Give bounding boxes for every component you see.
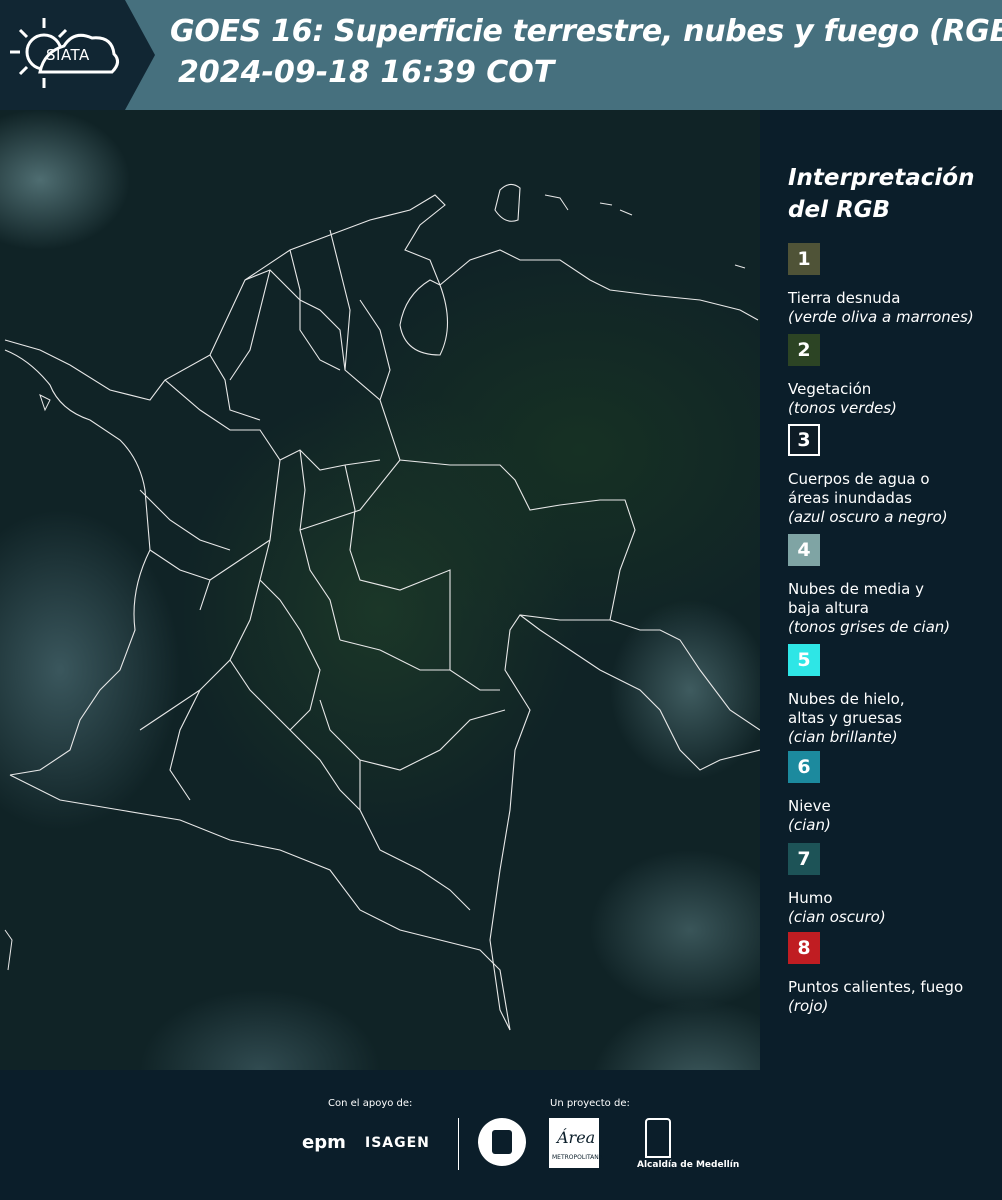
legend-swatch: 3 xyxy=(788,424,820,456)
legend-item-description: (cian brillante) xyxy=(788,728,898,746)
rgb-legend: Interpretación del RGB 1 Tierra desnuda … xyxy=(760,110,1002,1070)
legend-item-bare-soil: 1 Tierra desnuda (verde oliva a marrones… xyxy=(788,243,998,327)
legend-item-description: (cian oscuro) xyxy=(788,908,886,926)
satellite-map xyxy=(0,110,760,1070)
isagen-logo: ISAGEN xyxy=(365,1135,430,1151)
legend-item-description: (tonos grises de cian) xyxy=(788,618,951,636)
legend-item-label: Nieve xyxy=(788,797,831,815)
legend-item-label: Humo xyxy=(788,889,833,907)
legend-swatch: 1 xyxy=(788,243,820,275)
siata-logo: SIATA xyxy=(0,0,155,110)
legend-swatch: 4 xyxy=(788,534,820,566)
legend-item-snow: 6 Nieve (cian) xyxy=(788,751,998,835)
legend-item-ice-clouds: 5 Nubes de hielo, altas y gruesas (cian … xyxy=(788,644,998,747)
siata-logo-text: SIATA xyxy=(46,46,90,64)
legend-swatch: 8 xyxy=(788,932,820,964)
area-logo-text: Área xyxy=(557,1128,596,1147)
legend-item-fire: 8 Puntos calientes, fuego (rojo) xyxy=(788,932,998,1016)
alcaldia-logo-text: Alcaldía de Medellín xyxy=(637,1160,740,1170)
legend-swatch: 7 xyxy=(788,843,820,875)
legend-item-label: Nubes de hielo, altas y gruesas xyxy=(788,690,905,727)
footer-divider xyxy=(458,1118,459,1170)
legend-item-description: (azul oscuro a negro) xyxy=(788,508,948,526)
legend-swatch: 6 xyxy=(788,751,820,783)
map-boundaries xyxy=(4,183,760,1031)
legend-item-label: Tierra desnuda xyxy=(788,289,901,307)
footer: Con el apoyo de: Un proyecto de: epm ISA… xyxy=(0,1070,1002,1200)
area-metropolitana-logo: Área METROPOLITANA xyxy=(549,1118,603,1168)
support-label: Con el apoyo de: xyxy=(328,1098,413,1109)
legend-title-line2: del RGB xyxy=(788,197,891,223)
legend-item-smoke: 7 Humo (cian oscuro) xyxy=(788,843,998,927)
alcaldia-shield-icon xyxy=(645,1118,671,1158)
legend-item-label: Vegetación xyxy=(788,380,872,398)
legend-item-label: Cuerpos de agua o áreas inundadas xyxy=(788,470,930,507)
legend-swatch: 2 xyxy=(788,334,820,366)
legend-item-description: (cian) xyxy=(788,816,831,834)
university-seal-icon xyxy=(478,1118,526,1166)
legend-title: Interpretación del RGB xyxy=(788,162,988,226)
header-bar: SIATA GOES 16: Superficie terrestre, nub… xyxy=(0,0,1002,110)
legend-item-water: 3 Cuerpos de agua o áreas inundadas (azu… xyxy=(788,424,998,527)
page-title: GOES 16: Superficie terrestre, nubes y f… xyxy=(170,14,1002,49)
legend-item-label: Puntos calientes, fuego xyxy=(788,978,964,996)
legend-item-mid-low-clouds: 4 Nubes de media y baja altura (tonos gr… xyxy=(788,534,998,637)
legend-item-description: (verde oliva a marrones) xyxy=(788,308,974,326)
legend-item-description: (rojo) xyxy=(788,997,829,1015)
legend-item-vegetation: 2 Vegetación (tonos verdes) xyxy=(788,334,998,418)
epm-logo: epm xyxy=(302,1132,346,1153)
project-label: Un proyecto de: xyxy=(550,1098,630,1109)
legend-item-description: (tonos verdes) xyxy=(788,399,897,417)
page-timestamp: 2024-09-18 16:39 COT xyxy=(178,55,555,90)
legend-item-label: Nubes de media y baja altura xyxy=(788,580,924,617)
legend-swatch: 5 xyxy=(788,644,820,676)
area-logo-subtext: METROPOLITANA xyxy=(552,1154,603,1161)
legend-title-line1: Interpretación xyxy=(788,165,975,191)
